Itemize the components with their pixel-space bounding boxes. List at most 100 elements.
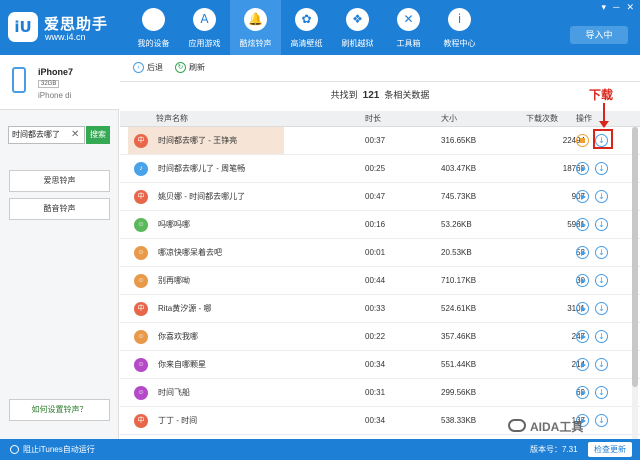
stop-button[interactable]: [576, 134, 589, 147]
ringtone-name: 你来自哪颗星: [158, 360, 206, 369]
download-count: 247: [571, 332, 585, 341]
ringtone-name: Rita黄汐源 - 哪: [158, 304, 212, 313]
table-header: 铃声名称 时长 大小 下载次数 操作: [120, 111, 640, 127]
file-size: 538.33KB: [441, 416, 477, 425]
download-button[interactable]: ↓: [595, 162, 608, 175]
play-button[interactable]: [576, 218, 589, 231]
nav-item-1[interactable]: A 应用游戏: [179, 0, 230, 55]
nav-icon-0: [142, 8, 165, 31]
table-row[interactable]: ☺ 吗哪吗哪 00:16 53.26KB 5981 ↓: [120, 211, 640, 239]
nav-label: 高清壁纸: [290, 39, 323, 48]
download-button[interactable]: ↓: [595, 386, 608, 399]
scrollbar-thumb[interactable]: [632, 127, 638, 387]
nav-icon-3: ✿: [295, 8, 318, 31]
version-label: 版本号：7.31: [530, 445, 578, 454]
download-button[interactable]: ↓: [595, 274, 608, 287]
ringtone-avatar-icon: 中: [134, 302, 148, 316]
close-icon[interactable]: ✕: [626, 2, 634, 13]
search-button[interactable]: 搜索: [86, 126, 110, 144]
download-count: 5981: [567, 220, 585, 229]
ringtone-name: 姚贝娜 - 时间都去哪儿了: [158, 192, 246, 201]
download-count: 3101: [567, 304, 585, 313]
row-actions: ↓: [576, 218, 614, 232]
stop-icon: [580, 138, 585, 143]
itunes-toggle[interactable]: 阻止iTunes自动运行: [10, 439, 95, 460]
nav-item-4[interactable]: ❖ 刷机越狱: [332, 0, 383, 55]
scrollbar[interactable]: [632, 127, 638, 439]
play-button[interactable]: [576, 386, 589, 399]
device-name: iPhone7: [38, 67, 74, 77]
play-icon: [581, 166, 586, 172]
how-to-set-ringtone-link[interactable]: 如何设置铃声？: [9, 399, 110, 421]
radio-icon: [10, 445, 19, 454]
download-button[interactable]: ↓: [595, 246, 608, 259]
device-card[interactable]: iPhone7 32GB iPhone di: [0, 55, 119, 110]
menu-dropdown-icon[interactable]: ▾: [602, 2, 607, 13]
play-button[interactable]: [576, 358, 589, 371]
play-button[interactable]: [576, 162, 589, 175]
nav-icon-2: 🔔: [244, 8, 267, 31]
download-count: 18769: [562, 164, 585, 173]
nav-item-3[interactable]: ✿ 高清壁纸: [281, 0, 332, 55]
nav-item-0[interactable]: 我的设备: [128, 0, 179, 55]
table-row[interactable]: ☺ 你来自哪颗星 00:34 551.44KB 214 ↓: [120, 351, 640, 379]
row-actions: ↓: [576, 302, 614, 316]
download-button[interactable]: ↓: [595, 358, 608, 371]
download-button[interactable]: ↓: [595, 218, 608, 231]
nav-item-5[interactable]: ✕ 工具箱: [383, 0, 434, 55]
name-cell: ☺ 你喜欢我哪: [128, 323, 284, 350]
col-count: 下载次数: [526, 114, 558, 123]
row-actions: ↓: [576, 246, 614, 260]
download-count: 907: [571, 192, 585, 201]
refresh-button[interactable]: ↻ 刷新: [175, 62, 205, 73]
play-button[interactable]: [576, 302, 589, 315]
download-highlight-box: [593, 129, 613, 149]
table-row[interactable]: ☺ 哪凉快哪呆着去吧 00:01 20.53KB 53 ↓: [120, 239, 640, 267]
file-size: 524.61KB: [441, 304, 477, 313]
download-button[interactable]: ↓: [595, 330, 608, 343]
nav-icon-5: ✕: [397, 8, 420, 31]
download-count: 22494: [562, 136, 585, 145]
table-row[interactable]: ☺ 别再哪呦 00:44 710.17KB 30 ↓: [120, 267, 640, 295]
file-size: 20.53KB: [441, 248, 472, 257]
download-button[interactable]: ↓: [595, 190, 608, 203]
import-button[interactable]: 导入中: [570, 26, 628, 44]
play-button[interactable]: [576, 246, 589, 259]
file-size: 357.46KB: [441, 332, 477, 341]
table-row[interactable]: 中 姚贝娜 - 时间都去哪儿了 00:47 745.73KB 907 ↓: [120, 183, 640, 211]
play-button[interactable]: [576, 330, 589, 343]
nav-icon-4: ❖: [346, 8, 369, 31]
download-button[interactable]: ↓: [595, 414, 608, 427]
check-update-button[interactable]: 检查更新: [588, 442, 632, 457]
download-annotation: 下载: [589, 88, 614, 102]
table-row[interactable]: 中时间都去哪了 - 王铮亮 00:37 316.65KB 22494 ↓: [120, 127, 640, 155]
i4-ringtones-button[interactable]: 爱思铃声: [9, 170, 110, 192]
play-button[interactable]: [576, 274, 589, 287]
play-button[interactable]: [576, 190, 589, 203]
app-name: 爱思助手: [44, 16, 109, 33]
col-size: 大小: [441, 114, 457, 123]
play-icon: [581, 222, 586, 228]
table-row[interactable]: ☺ 你喜欢我哪 00:22 357.46KB 247 ↓: [120, 323, 640, 351]
minimize-icon[interactable]: ─: [613, 2, 619, 13]
table-row[interactable]: 中 Rita黄汐源 - 哪 00:33 524.61KB 3101 ↓: [120, 295, 640, 323]
back-button[interactable]: ‹ 后退: [133, 62, 163, 73]
refresh-icon: ↻: [175, 62, 186, 73]
logo-icon: iU: [8, 12, 38, 42]
download-button[interactable]: ↓: [595, 302, 608, 315]
name-cell: 中 丁丁 - 时间: [128, 407, 284, 434]
file-size: 710.17KB: [441, 276, 477, 285]
name-cell: ☺ 别再哪呦: [128, 267, 284, 294]
file-size: 299.56KB: [441, 388, 477, 397]
clear-search-icon[interactable]: ✕: [71, 127, 79, 143]
name-cell: 中 姚贝娜 - 时间都去哪儿了: [128, 183, 284, 210]
kuyin-ringtones-button[interactable]: 酷音铃声: [9, 198, 110, 220]
table-row[interactable]: ♪ 时间都去哪儿了 - 周笔畅 00:25 403.47KB 18769 ↓: [120, 155, 640, 183]
file-size: 551.44KB: [441, 360, 477, 369]
duration: 00:01: [365, 248, 386, 257]
table-row[interactable]: ☺ 时间飞船 00:31 299.56KB 69 ↓: [120, 379, 640, 407]
nav-item-6[interactable]: i 教程中心: [434, 0, 485, 55]
nav-item-2[interactable]: 🔔 酷炫铃声: [230, 0, 281, 55]
nav-label: 我的设备: [137, 39, 170, 48]
left-panel: iPhone7 32GB iPhone di 时间都去哪了 ✕ 搜索 爱思铃声 …: [0, 55, 119, 439]
